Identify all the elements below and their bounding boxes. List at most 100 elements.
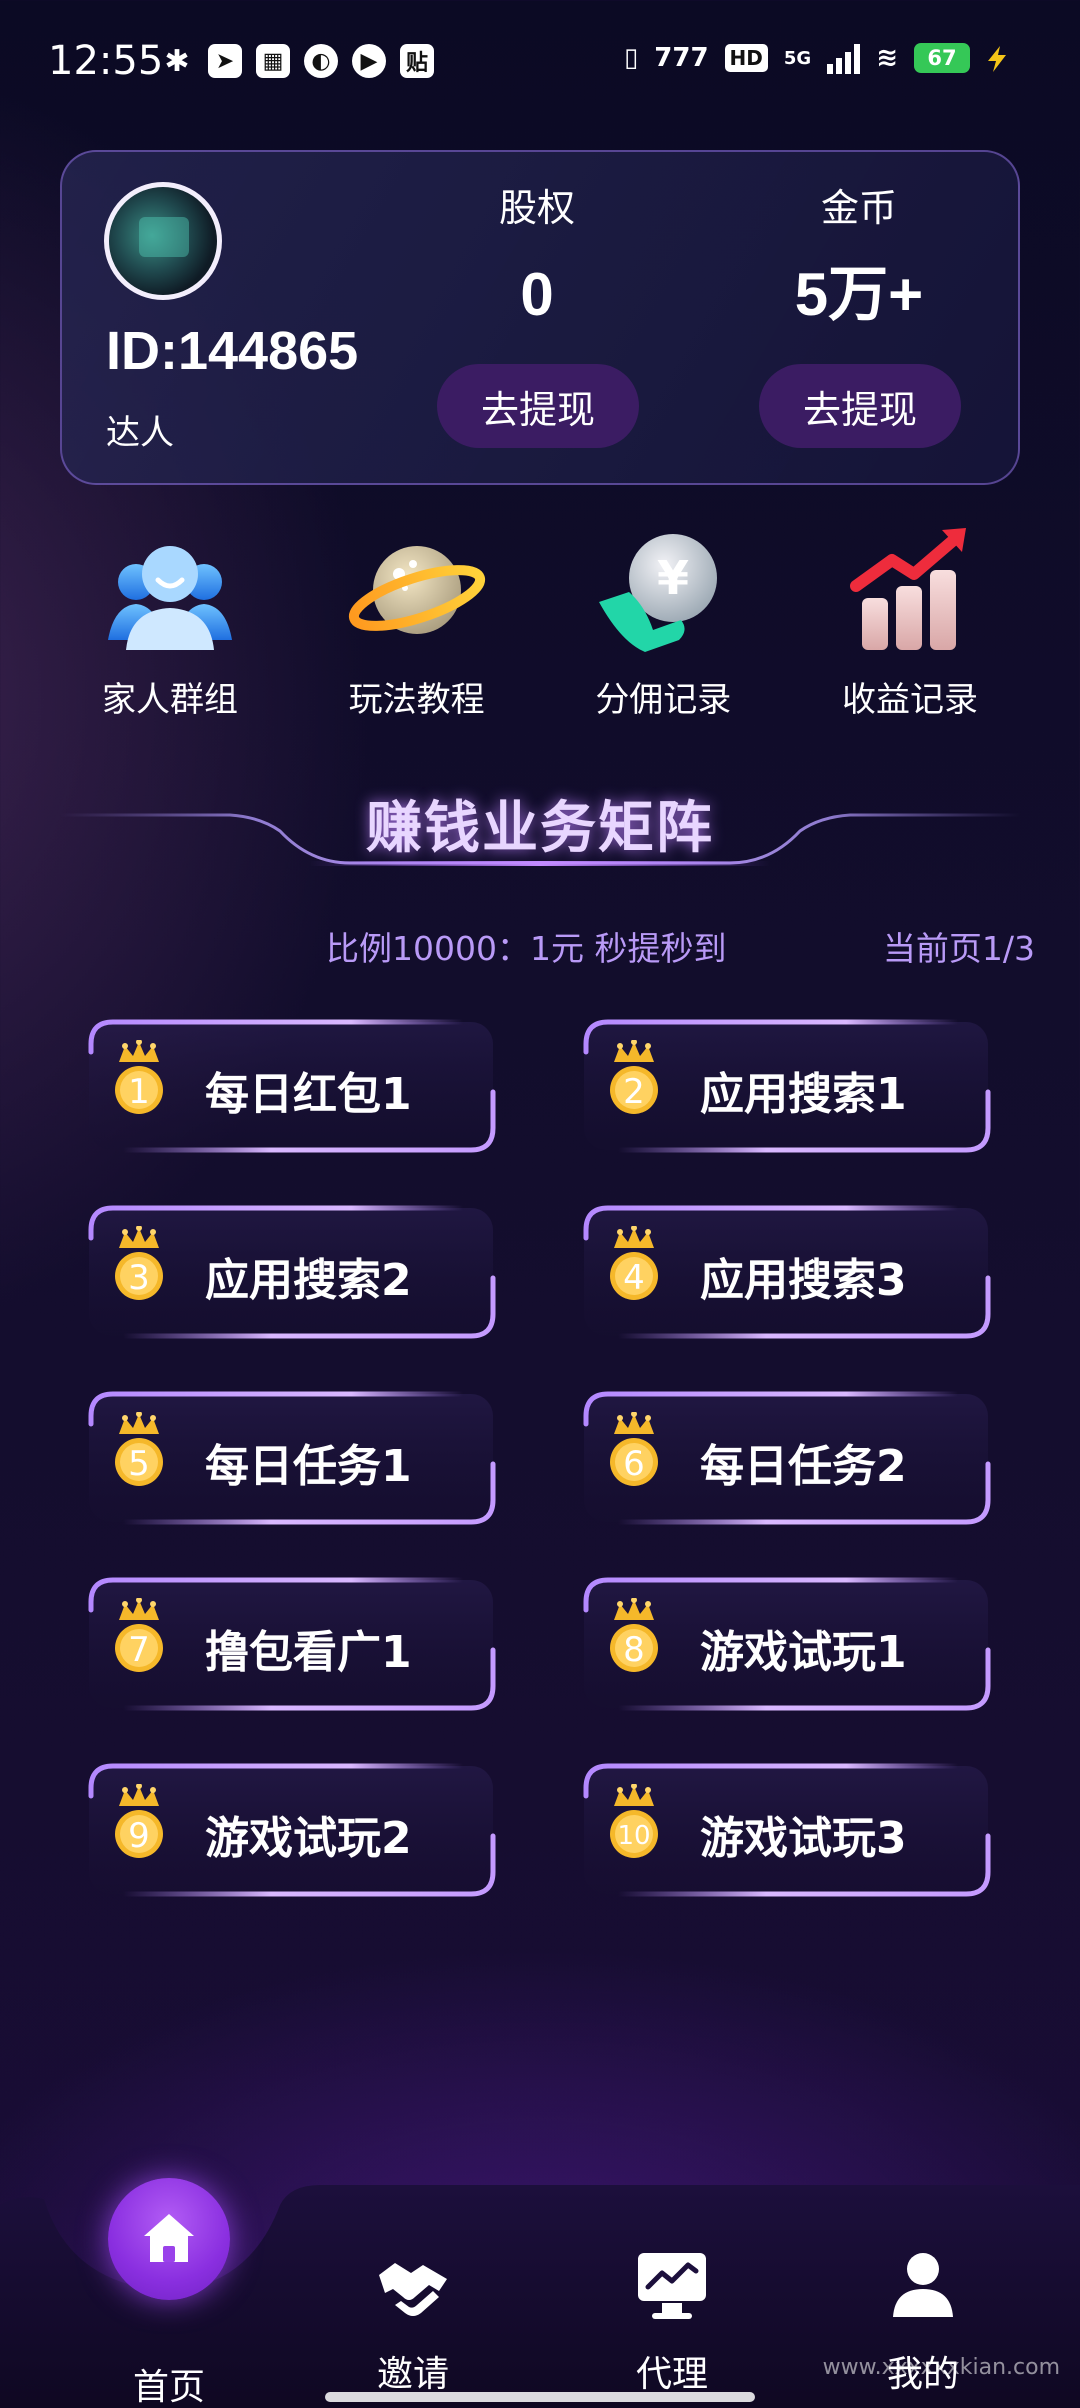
crown-rank-badge-icon: 4 [610,1226,658,1300]
crown-rank-badge-icon: 8 [610,1598,658,1672]
task-label: 应用搜索1 [700,1069,907,1120]
task-label: 应用搜索3 [700,1255,907,1306]
crown-rank-badge-icon: 7 [115,1598,163,1672]
vibrate-icon: ▯ [623,43,639,73]
user-id: ID:144865 [106,321,359,381]
nav-home[interactable] [108,2178,230,2300]
wifi-icon: ≋ [876,43,898,73]
network-type: 5G [783,47,812,69]
play-icon: ▶ [352,44,386,78]
quick-label-commission: 分佣记录 [595,680,732,720]
network-label: 777 [654,43,709,73]
profile-card: ID:144865 达人 股权 0 金币 5万+ 去提现 去提现 [60,150,1020,485]
task-label: 游戏试玩1 [700,1627,907,1678]
user-icon [893,2253,953,2317]
task-label: 应用搜索2 [205,1255,412,1306]
status-bar: 12:55 ✱ ➤ ▦ ◐ ▶ 贴 ▯ 777 HD 5G ≋ 67 [0,0,1080,125]
user-level: 达人 [106,413,174,453]
figure-icon: ✱ [164,43,190,79]
quick-item-tutorial[interactable]: 玩法教程 [307,520,527,735]
task-label: 每日红包1 [205,1069,412,1120]
task-card[interactable]: 8 游戏试玩1 [578,1570,998,1720]
task-label: 游戏试玩2 [205,1813,412,1864]
equity-value: 0 [520,261,554,328]
system-indicators: ▯ 777 HD 5G ≋ 67 [624,42,970,74]
yuan-hand-icon: ¥ [599,534,718,652]
task-card[interactable]: 3 应用搜索2 [83,1198,503,1348]
status-time: 12:55 [48,38,164,84]
task-rank: 1 [128,1072,150,1112]
task-rank: 7 [128,1630,150,1670]
handshake-icon [379,2263,447,2316]
task-rank: 3 [128,1258,150,1298]
crown-rank-badge-icon: 9 [115,1784,163,1858]
task-rank: 2 [623,1072,645,1112]
equity-label: 股权 [498,186,575,230]
task-card[interactable]: 10 游戏试玩3 [578,1756,998,1906]
section-title: 赚钱业务矩阵 [366,796,714,861]
coin-label: 金币 [820,186,897,230]
bar-chart-icon [849,528,966,650]
task-card[interactable]: 2 应用搜索1 [578,1012,998,1162]
hd-badge: HD [724,44,768,72]
quick-item-commission[interactable]: ¥ 分佣记录 [553,520,773,735]
section-header: 赚钱业务矩阵 [60,775,1020,875]
task-rank: 4 [623,1258,645,1298]
monitor-chart-icon [638,2253,706,2319]
watermark: www.xxxxxxkian.com [822,2355,1060,2380]
crown-rank-badge-icon: 10 [610,1784,658,1858]
crown-rank-badge-icon: 3 [115,1226,163,1300]
task-rank: 9 [128,1816,150,1856]
nav-label-home: 首页 [132,2367,205,2408]
crown-rank-badge-icon: 5 [115,1412,163,1486]
task-card[interactable]: 1 每日红包1 [83,1012,503,1162]
notification-icons: ✱ ➤ ▦ ◐ ▶ 贴 [160,43,434,79]
home-icon [144,2214,194,2262]
family-group-icon [108,546,232,650]
task-rank: 8 [623,1630,645,1670]
quick-item-family-group[interactable]: 家人群组 [60,520,280,735]
paste-icon: 贴 [400,44,434,78]
quick-label-family-group: 家人群组 [102,680,238,720]
task-rank: 10 [617,1821,650,1851]
quick-label-earnings: 收益记录 [841,680,978,720]
crown-rank-badge-icon: 2 [610,1040,658,1114]
svg-text:¥: ¥ [657,551,689,605]
equity-stat: 股权 0 [437,182,637,328]
nav-label-invite: 邀请 [376,2354,449,2395]
task-card[interactable]: 4 应用搜索3 [578,1198,998,1348]
page-indicator: 当前页1/3 [882,929,1035,968]
task-card[interactable]: 9 游戏试玩2 [83,1756,503,1906]
task-card[interactable]: 5 每日任务1 [83,1384,503,1534]
task-label: 每日任务2 [700,1441,907,1492]
battery-icon: 67 [914,43,970,73]
crown-rank-badge-icon: 1 [115,1040,163,1114]
task-label: 游戏试玩3 [700,1813,907,1864]
coin-stat: 金币 5万+ [759,182,959,328]
ratio-text: 比例10000：1元 秒提秒到 [326,929,727,968]
quick-menu: 家人群组 玩法教程 ¥ 分佣记录 收益记录 [60,520,1020,735]
task-card[interactable]: 7 撸包看广1 [83,1570,503,1720]
nav-label-agent: 代理 [635,2354,708,2395]
home-indicator [325,2392,755,2402]
task-label: 撸包看广1 [205,1627,412,1678]
nav-agent[interactable]: 代理 [572,2245,772,2397]
avatar[interactable] [104,182,222,300]
coin-value: 5万+ [794,261,924,328]
task-label: 每日任务1 [205,1441,412,1492]
swirl-icon: ◐ [304,44,338,78]
coin-withdraw-button[interactable]: 去提现 [759,364,961,448]
nav-invite[interactable]: 邀请 [313,2245,513,2397]
charging-icon [988,46,1006,72]
quick-item-earnings[interactable]: 收益记录 [800,520,1020,735]
signal-icon [827,42,861,74]
task-rank: 5 [128,1444,150,1484]
quick-label-tutorial: 玩法教程 [348,680,485,720]
task-card[interactable]: 6 每日任务2 [578,1384,998,1534]
qr-app-icon: ▦ [256,44,290,78]
equity-withdraw-button[interactable]: 去提现 [437,364,639,448]
task-rank: 6 [623,1444,645,1484]
planet-icon [348,546,485,634]
send-icon: ➤ [208,44,242,78]
crown-rank-badge-icon: 6 [610,1412,658,1486]
